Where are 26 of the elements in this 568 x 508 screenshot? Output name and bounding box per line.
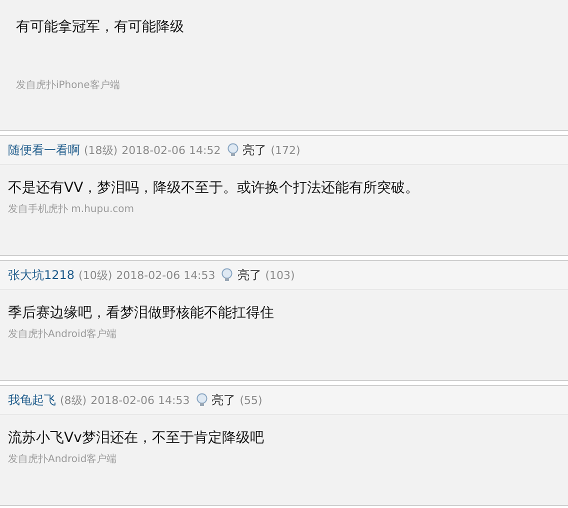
light-count: (103) <box>265 268 295 282</box>
light-label[interactable]: 亮了 <box>242 142 267 158</box>
user-level: (10级) <box>78 268 112 282</box>
post-source: 发自虎扑Android客户端 <box>7 328 118 341</box>
author-link[interactable]: 随便看一看啊 <box>8 142 80 158</box>
author-link[interactable]: 我龟起飞 <box>8 392 56 408</box>
user-level: (18级) <box>84 142 118 158</box>
post-time: 2018-02-06 14:53 <box>116 268 216 282</box>
reply-content: 不是还有VV，梦泪吗，降级不至于。或许换个打法还能有所突破。 <box>7 179 420 197</box>
lightbulb-icon[interactable] <box>221 268 234 282</box>
reply-content: 流苏小飞Vv梦泪还在，不至于肯定降级吧 <box>7 429 265 447</box>
lightbulb-icon[interactable] <box>226 143 239 157</box>
post-source: 发自虎扑iPhone客户端 <box>15 78 121 92</box>
user-level: (8级) <box>60 392 87 408</box>
light-label[interactable]: 亮了 <box>212 392 236 408</box>
post-source: 发自虎扑Android客户端 <box>7 452 118 466</box>
post-time: 2018-02-06 14:52 <box>122 144 221 156</box>
author-link[interactable]: 张大坑1218 <box>8 266 75 284</box>
post-time: 2018-02-06 14:53 <box>90 394 190 406</box>
light-count: (172) <box>270 144 300 156</box>
lightbulb-icon[interactable] <box>196 393 208 407</box>
post-content: 有可能拿冠军，有可能降级 <box>15 18 185 36</box>
light-count: (55) <box>240 394 262 406</box>
light-label[interactable]: 亮了 <box>237 266 262 284</box>
post-source: 发自手机虎扑 m.hupu.com <box>7 202 135 216</box>
reply-content: 季后赛边缘吧，看梦泪做野核能不能扛得住 <box>7 304 275 322</box>
